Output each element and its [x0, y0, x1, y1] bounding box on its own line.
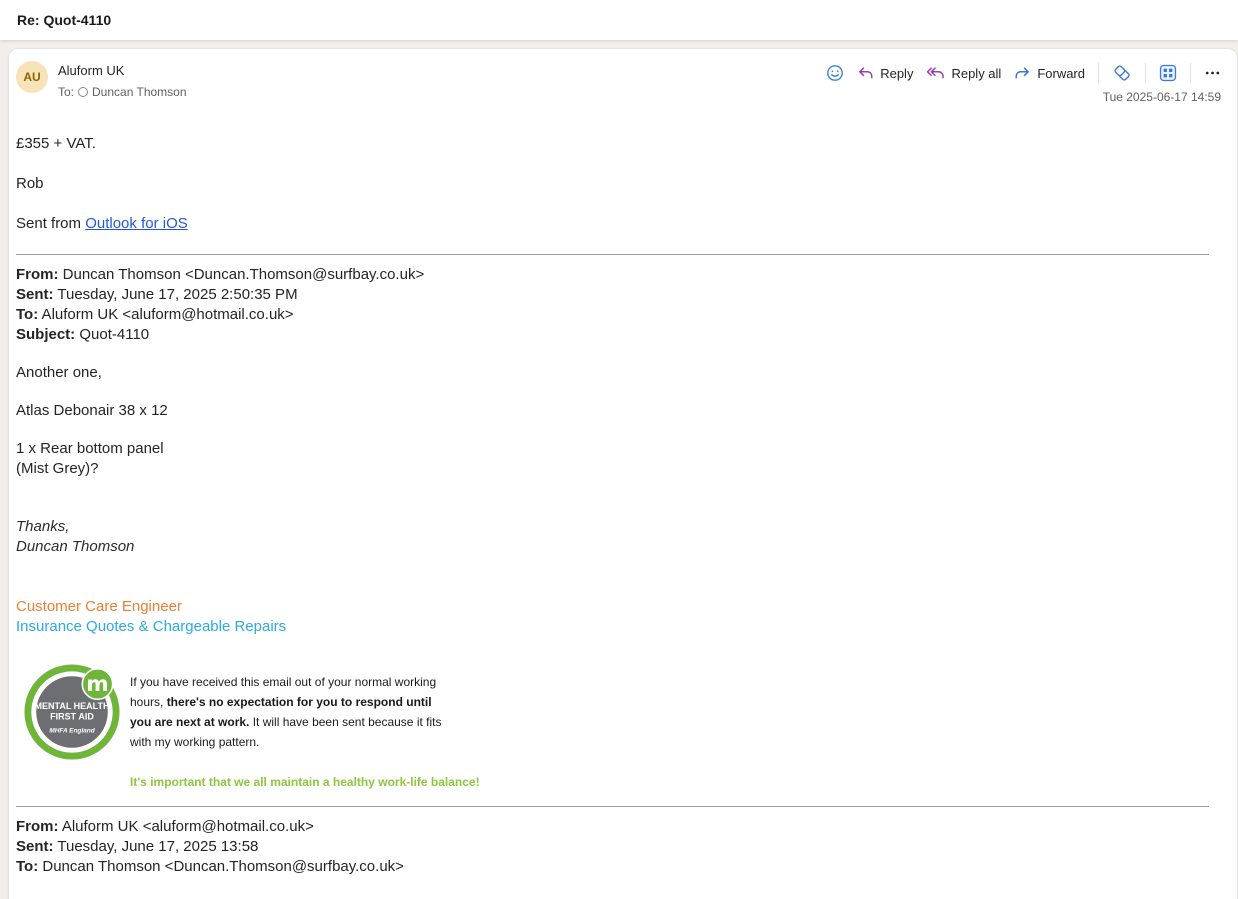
- toolbar-divider: [1098, 63, 1099, 83]
- from-label: From:: [16, 818, 59, 835]
- sent-label: Sent:: [16, 286, 54, 303]
- signature-role: Customer Care Engineer: [16, 598, 182, 615]
- mhfa-badge-icon: MENTAL HEALTH FIRST AID MHFA England m: [23, 663, 121, 761]
- reply-all-arrow-icon: [927, 67, 945, 79]
- email-reading-pane: Re: Quot-4110 AU Aluform UK To: Duncan T…: [0, 0, 1238, 899]
- from-value: Aluform UK <aluform@hotmail.co.uk>: [58, 818, 314, 835]
- to-label: To:: [16, 858, 39, 875]
- outlook-ios-link[interactable]: Outlook for iOS: [85, 215, 188, 232]
- toolbar-divider: [1145, 63, 1146, 83]
- working-hours-disclaimer: If you have received this email out of y…: [130, 672, 480, 752]
- quoted-headers-2: From: Aluform UK <aluform@hotmail.co.uk>…: [16, 817, 1209, 877]
- quoted-body-line-b: (Mist Grey)?: [16, 460, 99, 477]
- disclaimer-line4: with my working pattern.: [130, 735, 260, 749]
- body-line: £355 + VAT.: [16, 135, 96, 152]
- sent-from-prefix: Sent from: [16, 215, 86, 232]
- message-timestamp: Tue 2025-06-17 14:59: [1102, 90, 1221, 104]
- apps-grid-icon[interactable]: [1159, 64, 1177, 82]
- to-label: To:: [58, 85, 75, 99]
- wellbeing-block: MENTAL HEALTH FIRST AID MHFA England m I…: [16, 663, 1209, 792]
- sent-label: Sent:: [16, 838, 54, 855]
- more-options-icon[interactable]: [1204, 65, 1221, 81]
- signature-closing: Thanks, Duncan Thomson: [16, 517, 1209, 557]
- quoted-headers-1: From: Duncan Thomson <Duncan.Thomson@sur…: [16, 265, 1209, 345]
- to-value: Aluform UK <aluform@hotmail.co.uk>: [38, 306, 294, 323]
- badge-text-line1: MENTAL HEALTH: [35, 701, 110, 711]
- message-header: AU Aluform UK To: Duncan Thomson Reply R…: [9, 49, 1237, 107]
- reply-arrow-icon: [859, 67, 873, 79]
- reply-button[interactable]: Reply: [857, 65, 913, 81]
- toolbar-divider: [1190, 63, 1191, 83]
- signature-department: Insurance Quotes & Chargeable Repairs: [16, 618, 287, 635]
- forward-arrow-icon: [1015, 67, 1030, 79]
- conversation-subject: Re: Quot-4110: [17, 12, 112, 28]
- subject-label: Subject:: [16, 326, 76, 343]
- badge-text-line3: MHFA England: [49, 728, 95, 735]
- smiley-icon[interactable]: [826, 64, 844, 82]
- reply-all-button[interactable]: Reply all: [926, 65, 1001, 81]
- disclaimer-line2a: hours,: [130, 695, 167, 709]
- to-label: To:: [16, 306, 39, 323]
- sender-name[interactable]: Aluform UK: [58, 63, 187, 78]
- sent-value: Tuesday, June 17, 2025 13:58: [53, 838, 259, 855]
- forward-button[interactable]: Forward: [1014, 65, 1085, 81]
- forward-label: Forward: [1037, 65, 1085, 81]
- disclaimer-line1: If you have received this email out of y…: [130, 675, 437, 689]
- to-value: Duncan Thomson <Duncan.Thomson@surfbay.c…: [38, 858, 404, 875]
- reply-all-label: Reply all: [951, 65, 1002, 81]
- recipient-line: To: Duncan Thomson: [58, 85, 187, 99]
- sticker-icon[interactable]: [1112, 63, 1132, 83]
- disclaimer-line3a: you are next at work.: [130, 715, 250, 729]
- sent-from-line: Sent from Outlook for iOS: [16, 214, 1209, 234]
- signature-thanks: Thanks,: [16, 518, 70, 535]
- recipient-name[interactable]: Duncan Thomson: [92, 85, 187, 99]
- message-body: £355 + VAT. Rob Sent from Outlook for iO…: [9, 107, 1237, 877]
- message-card: AU Aluform UK To: Duncan Thomson Reply R…: [8, 48, 1238, 899]
- message-toolbar: Reply Reply all Forward: [826, 63, 1221, 83]
- work-life-balance-note: It's important that we all maintain a he…: [130, 775, 480, 789]
- from-label: From:: [16, 266, 59, 283]
- badge-monogram: m: [86, 672, 108, 697]
- disclaimer-line2b: there's no expectation for you to respon…: [166, 695, 432, 709]
- quoted-message-divider: [16, 254, 1209, 255]
- from-value: Duncan Thomson <Duncan.Thomson@surfbay.c…: [58, 266, 425, 283]
- body-line: Rob: [16, 175, 44, 192]
- quoted-body-line-a: 1 x Rear bottom panel: [16, 440, 164, 457]
- quoted-body-line: Another one,: [16, 364, 102, 381]
- quoted-body-line: Atlas Debonair 38 x 12: [16, 402, 168, 419]
- quoted-body-line: 1 x Rear bottom panel (Mist Grey)?: [16, 439, 1209, 479]
- badge-text-line2: FIRST AID: [50, 711, 94, 721]
- signature-name: Duncan Thomson: [16, 538, 135, 555]
- presence-circle-icon: [78, 87, 89, 97]
- disclaimer-line3b: It will have been sent because it fits: [249, 715, 442, 729]
- subject-value: Quot-4110: [75, 326, 150, 343]
- sent-value: Tuesday, June 17, 2025 2:50:35 PM: [53, 286, 298, 303]
- reply-label: Reply: [880, 65, 914, 81]
- avatar[interactable]: AU: [16, 61, 48, 93]
- quoted-message-divider-2: [16, 806, 1209, 807]
- subject-bar: Re: Quot-4110: [0, 0, 1238, 40]
